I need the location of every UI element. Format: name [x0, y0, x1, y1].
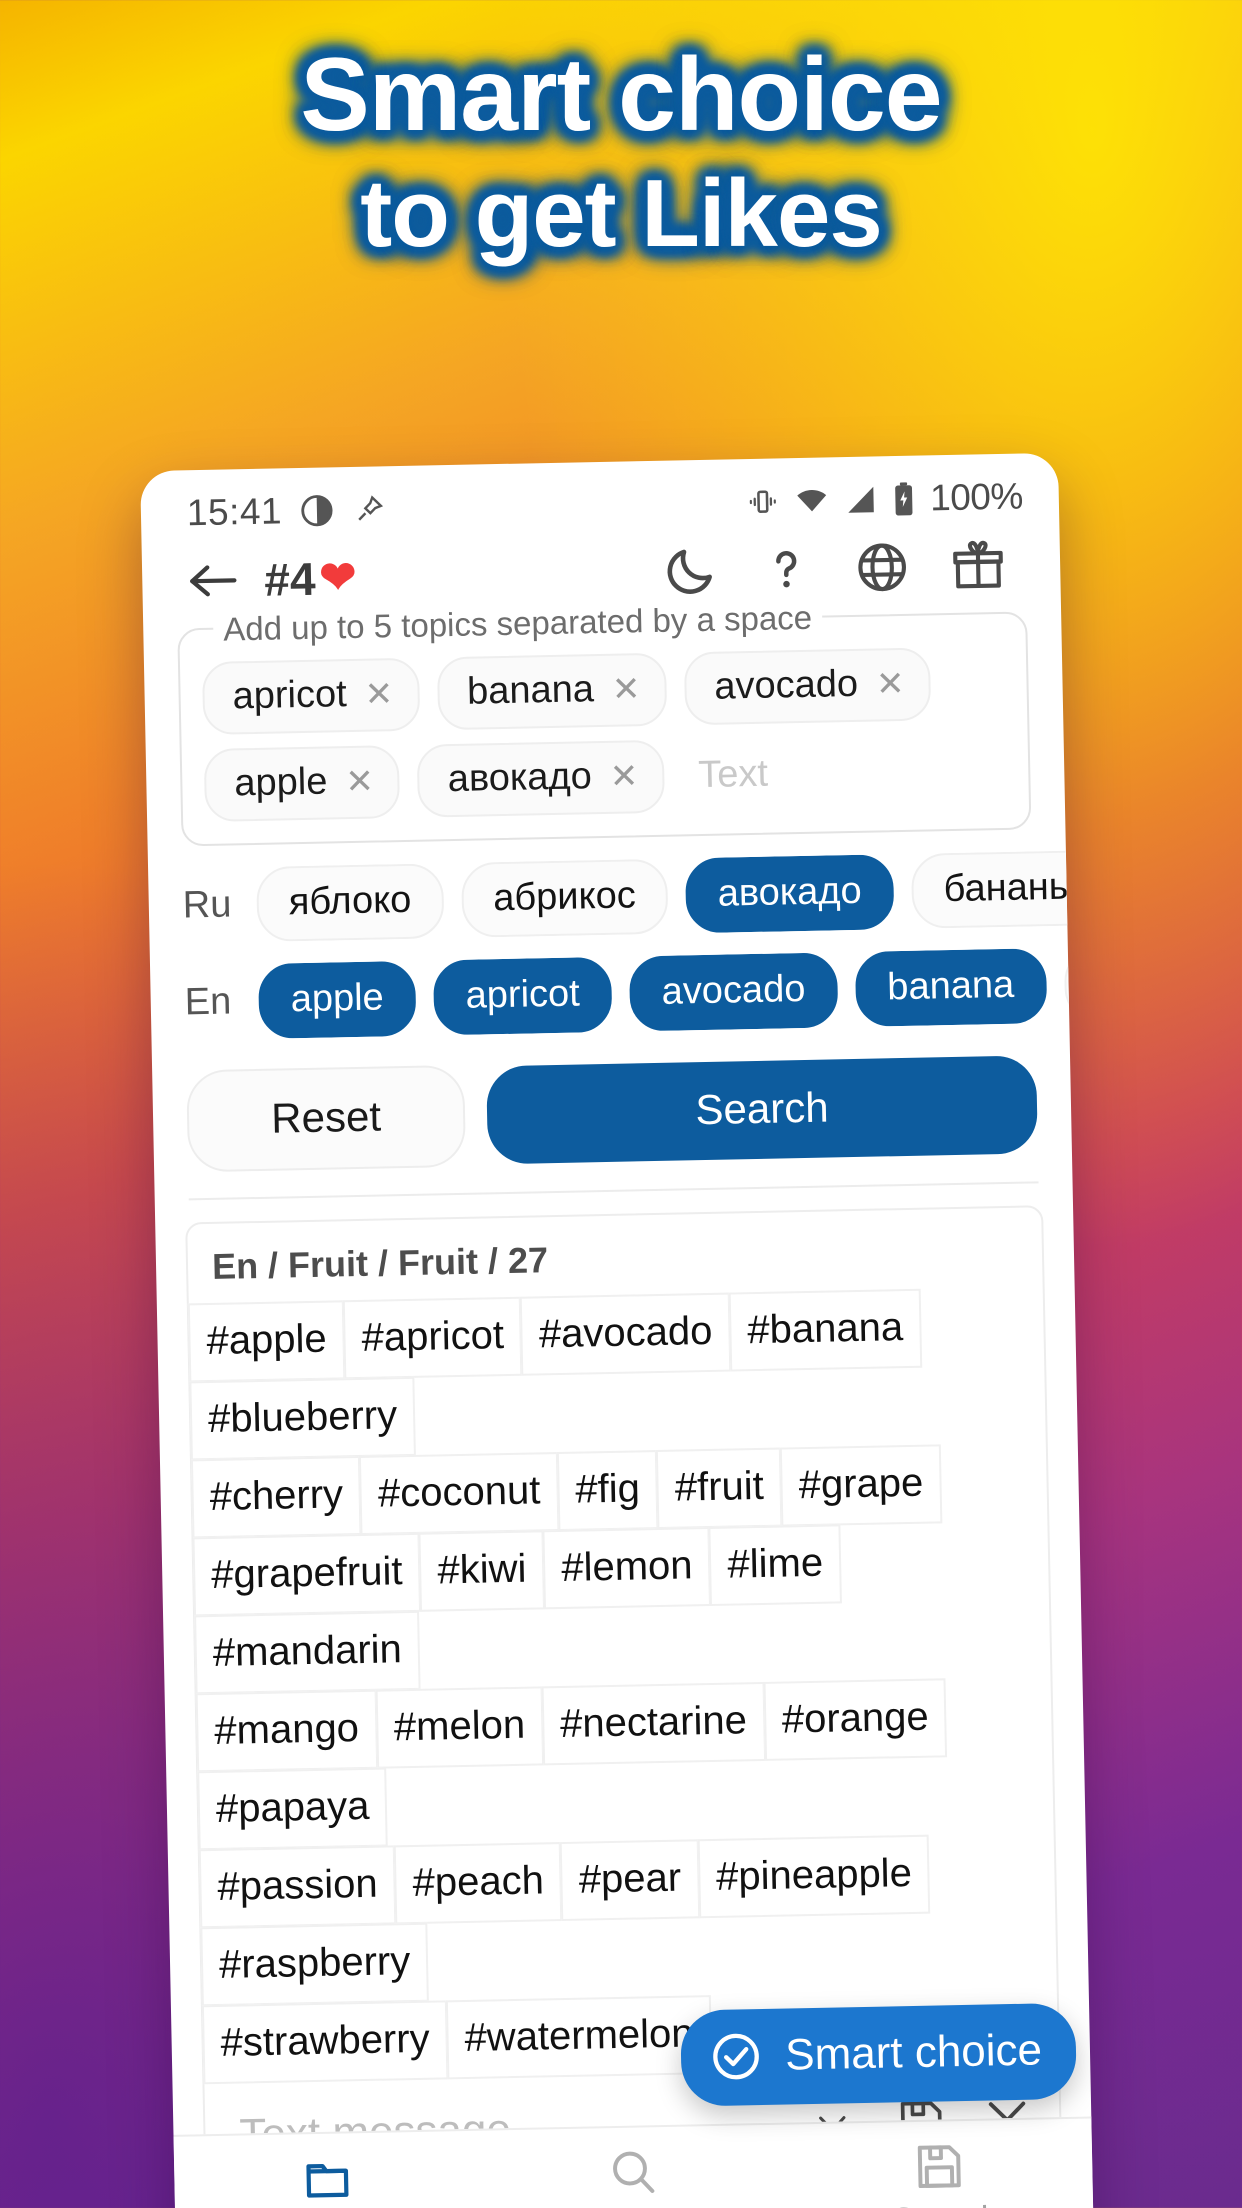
suggestion-pill[interactable]: banana [854, 948, 1047, 1027]
suggestion-pill[interactable]: apricot [432, 956, 613, 1036]
status-battery-text: 100% [929, 475, 1024, 519]
gift-icon[interactable] [930, 535, 1027, 595]
suggestion-pill[interactable]: яблоко [256, 863, 445, 942]
hashtag-item[interactable]: #banana [728, 1288, 922, 1372]
hashtag-item[interactable]: #passion [198, 1845, 397, 1929]
nav-item-search[interactable]: Search [480, 2141, 788, 2208]
headline-line-2: to get Likes [360, 159, 882, 267]
nav-item-catalog[interactable]: Catalog [174, 2147, 482, 2208]
page-title: #4 ❤ [264, 551, 357, 607]
hashtag-item[interactable]: #grape [779, 1444, 943, 1527]
hashtag-row: #passion #peach #pear #pineapple #raspbe… [198, 1833, 1057, 2007]
hashtag-item[interactable]: #cherry [190, 1455, 362, 1539]
close-icon[interactable]: ✕ [609, 756, 638, 797]
vibrate-icon [746, 484, 781, 519]
promo-headline: Smart choice to get Likes [0, 34, 1242, 270]
close-icon[interactable]: ✕ [612, 669, 641, 710]
topic-chip-label: avocado [713, 662, 859, 708]
hashtag-row: #apple #apricot #avocado #banana #bluebe… [187, 1287, 1046, 1461]
hashtag-item[interactable]: #apple [187, 1300, 346, 1383]
hashtag-item[interactable]: #avocado [520, 1292, 732, 1376]
suggestion-pill[interactable]: avocado [628, 952, 839, 1032]
hashtag-item[interactable]: #pineapple [697, 1834, 931, 1919]
suggestion-pill[interactable]: бананы [910, 850, 1068, 929]
globe-icon[interactable] [834, 537, 931, 597]
suggestion-pill[interactable]: абрикос [460, 858, 669, 938]
hashtag-item[interactable]: #papaya [197, 1767, 389, 1851]
topic-chip[interactable]: avocado ✕ [683, 647, 932, 726]
hashtag-item[interactable]: #peach [393, 1842, 563, 1925]
status-time: 15:41 [186, 490, 283, 534]
hashtag-item[interactable]: #fruit [656, 1447, 783, 1530]
page-title-text: #4 [263, 552, 316, 606]
topic-chip[interactable]: banana ✕ [436, 652, 668, 731]
close-icon[interactable]: ✕ [876, 663, 905, 704]
pin-icon [352, 492, 387, 527]
do-not-disturb-icon [300, 493, 335, 528]
topic-chip[interactable]: apricot ✕ [201, 657, 420, 735]
hashtag-item[interactable]: #mandarin [194, 1610, 421, 1695]
suggestion-lang-label: En [184, 980, 232, 1024]
hashtag-item[interactable]: #pear [560, 1839, 700, 1922]
wifi-icon [793, 483, 832, 518]
back-arrow-icon[interactable] [184, 557, 249, 604]
hashtag-item[interactable]: #fig [556, 1450, 659, 1532]
suggestion-row-ru: Ru яблоко абрикос авокадо бананы г [182, 850, 1068, 944]
hashtag-item[interactable]: #watermelon [445, 1995, 713, 2080]
hashtag-item[interactable]: #kiwi [418, 1530, 546, 1612]
topics-field[interactable]: Add up to 5 topics separated by a space … [177, 598, 1032, 847]
hashtag-item[interactable]: #raspberry [200, 1922, 430, 2007]
phone-mockup: 15:41 100% #4 ❤ Add up to 5 topics separ… [140, 452, 1095, 2208]
headline-line-1: Smart choice [300, 37, 942, 153]
hashtag-item[interactable]: #lemon [542, 1526, 712, 1610]
topic-chip-label: apricot [232, 673, 348, 718]
heart-icon: ❤ [318, 552, 357, 603]
topic-chip-label: авокадо [447, 755, 593, 801]
battery-charging-icon [891, 481, 918, 518]
hashtag-item[interactable]: #orange [763, 1678, 948, 1761]
suggestion-pill[interactable]: авокадо [684, 854, 895, 934]
topic-chip[interactable]: авокадо ✕ [417, 739, 665, 818]
hashtag-item[interactable]: #melon [375, 1686, 544, 1769]
search-button[interactable]: Search [486, 1055, 1038, 1165]
nav-item-saved[interactable]: Saved [786, 2135, 1094, 2208]
hashtag-item[interactable]: #grapefruit [192, 1532, 422, 1617]
action-button-row: Reset Search [186, 1053, 1038, 1173]
hashtag-row: #mango #melon #nectarine #orange #papaya [195, 1677, 1054, 1851]
search-icon [605, 2144, 662, 2201]
reset-button[interactable]: Reset [186, 1064, 467, 1173]
topic-chip-label: apple [233, 760, 328, 805]
suggestion-row-en: En apple apricot avocado banana blueb [184, 947, 1070, 1041]
question-icon[interactable] [738, 539, 835, 599]
hashtag-item[interactable]: #nectarine [541, 1681, 766, 1766]
folder-icon [299, 2150, 356, 2207]
hashtag-item[interactable]: #lime [708, 1524, 842, 1606]
close-icon[interactable]: ✕ [345, 761, 374, 802]
hashtag-item[interactable]: #coconut [359, 1452, 560, 1535]
topic-chip-label: banana [466, 668, 595, 713]
hashtag-row: #grapefruit #kiwi #lemon #lime #mandarin [192, 1521, 1051, 1695]
smart-choice-button[interactable]: Smart choice [680, 2002, 1077, 2107]
hashtag-item[interactable]: #blueberry [189, 1376, 416, 1461]
save-floppy-icon [911, 2137, 968, 2194]
suggestion-pill[interactable]: blueb [1063, 947, 1070, 1023]
close-icon[interactable]: ✕ [364, 674, 393, 715]
suggestion-pill[interactable]: apple [258, 960, 417, 1039]
moon-icon[interactable] [642, 541, 739, 601]
nav-label: Saved [892, 2199, 989, 2208]
check-circle-icon [709, 2029, 764, 2084]
divider [188, 1181, 1039, 1201]
hashtag-item[interactable]: #strawberry [201, 2000, 449, 2085]
topics-input[interactable]: Text [682, 753, 769, 798]
smart-choice-label: Smart choice [784, 2025, 1043, 2080]
signal-icon [844, 482, 879, 517]
hashtag-item[interactable]: #mango [195, 1689, 378, 1773]
suggestion-lang-label: Ru [182, 883, 232, 927]
topic-chip[interactable]: apple ✕ [203, 745, 401, 822]
hashtag-item[interactable]: #apricot [342, 1296, 523, 1380]
